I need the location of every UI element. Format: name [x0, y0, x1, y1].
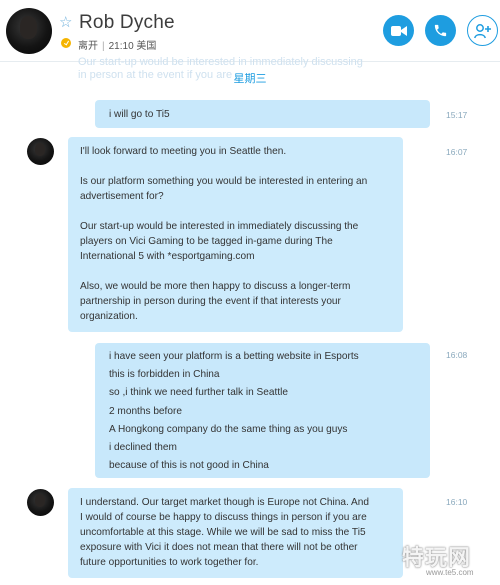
message-line: Is our platform something you would be i… — [80, 176, 368, 187]
away-status-icon — [61, 38, 71, 48]
message-line: organization. — [80, 311, 138, 322]
message-line: I would of course be happy to discuss th… — [80, 512, 367, 523]
message-line: because of this is not good in China — [109, 460, 269, 472]
sender-avatar[interactable] — [27, 489, 54, 516]
message-line: 2 months before — [109, 405, 182, 417]
message-line: so ,i think we need further talk in Seat… — [109, 387, 288, 399]
message-line: i have seen your platform is a betting w… — [109, 351, 359, 362]
message-line: partnership in person during the event i… — [80, 296, 341, 307]
message-line: Our start-up would be interested in imme… — [80, 221, 359, 232]
message-line: I understand. Our target market though i… — [80, 497, 369, 508]
message-line: uncomfortable at this stage. While we wi… — [80, 527, 366, 538]
message-timestamp: 16:08 — [446, 350, 468, 360]
message-line: i will go to Ti5 — [109, 109, 170, 120]
message-line: International 5 with *esportgaming.com — [80, 251, 255, 262]
conversation-header: ☆ Rob Dyche 离开 | 21:10 美国 — [0, 0, 500, 62]
contact-avatar[interactable] — [6, 8, 52, 54]
local-time: 21:10 美国 — [108, 41, 157, 52]
day-separator: 星期三 — [233, 73, 267, 85]
add-person-icon — [473, 23, 491, 38]
message-bubble-sent[interactable]: i have seen your platform is a betting w… — [95, 343, 430, 478]
message-timestamp: 16:10 — [446, 497, 468, 507]
status-line: 离开 | 21:10 美国 — [78, 41, 157, 52]
site-watermark-url: www.te5.com — [426, 568, 474, 577]
message-bubble-received[interactable]: I understand. Our target market though i… — [68, 488, 403, 578]
message-line: I'll look forward to meeting you in Seat… — [80, 146, 287, 157]
message-line: A Hongkong company do the same thing as … — [109, 423, 348, 435]
add-participant-button[interactable] — [467, 15, 498, 46]
video-call-button[interactable] — [383, 15, 414, 46]
message-timestamp: 16:07 — [446, 147, 468, 157]
message-line: this is forbidden in China — [109, 369, 220, 381]
message-line: i declined them — [109, 442, 177, 454]
message-line: exposure with Vici it does not mean that… — [80, 542, 358, 553]
message-bubble-sent[interactable]: i will go to Ti5 — [95, 100, 430, 128]
message-line: Also, we would be more then happy to dis… — [80, 281, 351, 292]
scrolled-message-text: Our start-up would be interested in imme… — [78, 56, 363, 68]
video-call-icon — [390, 25, 407, 36]
message-bubble-received[interactable]: I'll look forward to meeting you in Seat… — [68, 137, 403, 332]
sender-avatar[interactable] — [27, 138, 54, 165]
message-timestamp: 15:17 — [446, 110, 468, 120]
status-text: 离开 — [78, 41, 98, 52]
contact-name[interactable]: Rob Dyche — [79, 12, 175, 34]
message-line: future opportunities to work together fo… — [80, 557, 259, 568]
message-line: players on Vici Gaming to be tagged in-g… — [80, 236, 333, 247]
star-icon[interactable]: ☆ — [59, 15, 72, 30]
phone-call-icon — [434, 24, 447, 37]
voice-call-button[interactable] — [425, 15, 456, 46]
message-line: advertisement for? — [80, 191, 164, 202]
